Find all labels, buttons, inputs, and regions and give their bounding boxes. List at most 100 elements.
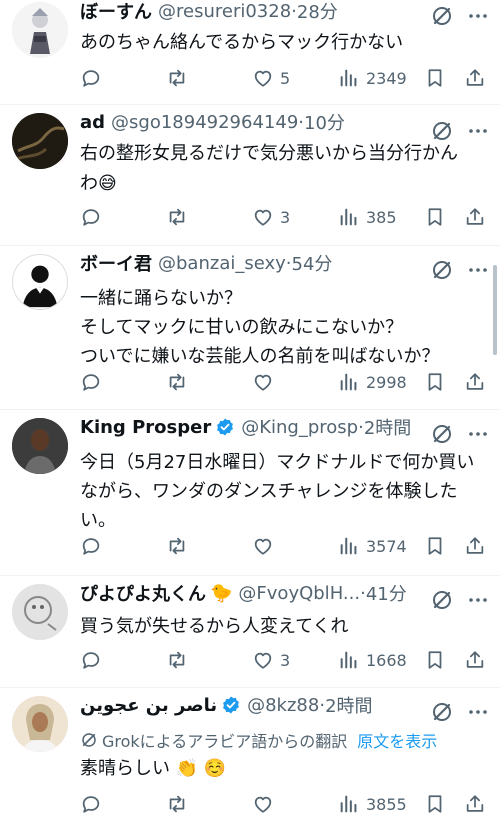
views-icon — [338, 649, 360, 671]
reply-icon — [80, 371, 102, 393]
more-icon[interactable] — [466, 119, 490, 143]
translation-notice: Grokによるアラビア語からの翻訳 原文を表示 — [80, 728, 437, 752]
bookmark-button[interactable] — [424, 532, 446, 560]
user-handle[interactable]: @sgo189492964149 — [111, 112, 298, 133]
reply-button[interactable] — [80, 368, 108, 396]
like-button[interactable]: 5 — [252, 64, 290, 92]
more-icon[interactable] — [466, 4, 490, 28]
timestamp[interactable]: 41分 — [366, 580, 407, 606]
timestamp[interactable]: 2時間 — [364, 414, 411, 440]
more-icon[interactable] — [466, 588, 490, 612]
display-name[interactable]: King Prosper — [80, 417, 211, 438]
retweet-icon — [166, 793, 188, 815]
avatar[interactable] — [12, 584, 68, 640]
retweet-button[interactable] — [166, 532, 194, 560]
emoji: 😅 — [98, 173, 117, 194]
share-button[interactable] — [464, 790, 486, 818]
like-button[interactable] — [252, 790, 274, 818]
display-name[interactable]: ad — [80, 112, 105, 133]
retweet-button[interactable] — [166, 646, 194, 674]
bookmark-icon — [424, 649, 446, 671]
like-icon — [252, 649, 274, 671]
grok-icon[interactable] — [430, 422, 454, 446]
bookmark-button[interactable] — [424, 64, 446, 92]
reply-button[interactable] — [80, 646, 108, 674]
more-icon[interactable] — [466, 700, 490, 724]
bookmark-button[interactable] — [424, 646, 446, 674]
like-button[interactable]: 3 — [252, 646, 290, 674]
retweet-button[interactable] — [166, 368, 194, 396]
views-button[interactable]: 1668 — [338, 646, 407, 674]
user-handle[interactable]: @banzai_sexy — [158, 253, 286, 274]
view-count: 1668 — [366, 650, 407, 670]
reply-button[interactable] — [80, 64, 108, 92]
reply-icon — [80, 535, 102, 557]
views-button[interactable]: 2998 — [338, 368, 407, 396]
views-button[interactable]: 3855 — [338, 790, 407, 818]
user-handle[interactable]: @FvoyQblH... — [238, 583, 360, 604]
timestamp[interactable]: 54分 — [292, 250, 333, 276]
display-name[interactable]: ぼーすん — [80, 0, 152, 24]
like-count: 5 — [280, 68, 291, 88]
tweet-text: 右の整形女見るだけで気分悪いから当分行かんわ😅 — [80, 143, 458, 194]
avatar[interactable] — [12, 113, 68, 169]
grok-icon[interactable] — [430, 700, 454, 724]
avatar[interactable] — [12, 418, 68, 474]
view-count: 3574 — [366, 536, 407, 556]
grok-icon[interactable] — [430, 258, 454, 282]
tweet[interactable]: ボーイ君 @banzai_sexy · 54分 一緒に踊らないか？ そしてマック… — [0, 246, 500, 410]
tweet-header: ぴよぴよ丸くん 🐤 @FvoyQblH... · 41分 — [80, 580, 490, 606]
timestamp[interactable]: 10分 — [304, 109, 345, 135]
avatar[interactable] — [12, 696, 68, 752]
tweet[interactable]: King Prosper @King_prosp · 2時間 今日（5月27日水… — [0, 410, 500, 576]
tweet-header: ボーイ君 @banzai_sexy · 54分 — [80, 250, 490, 276]
share-button[interactable] — [464, 64, 486, 92]
grok-icon[interactable] — [430, 4, 454, 28]
views-button[interactable]: 2349 — [338, 64, 407, 92]
tweet-text: 素晴らしい 👏 ☺️ — [80, 758, 227, 779]
tweet[interactable]: ぼーすん @resureri0328 · 28分 あのちゃん絡んでるからマック行… — [0, 0, 500, 105]
share-button[interactable] — [464, 368, 486, 396]
bookmark-button[interactable] — [424, 790, 446, 818]
anime-character-avatar-icon — [12, 2, 68, 58]
like-count: 3 — [280, 650, 291, 670]
tweet[interactable]: ad @sgo189492964149 · 10分 右の整形女見るだけで気分悪い… — [0, 105, 500, 246]
share-button[interactable] — [464, 532, 486, 560]
views-button[interactable]: 385 — [338, 203, 397, 231]
display-name[interactable]: ぴよぴよ丸くん — [80, 580, 206, 606]
like-icon — [252, 206, 274, 228]
reply-button[interactable] — [80, 790, 102, 818]
tweet[interactable]: ناصر بن عجوين @8kz88 · 2時間 Grokによるアラビア語か… — [0, 688, 500, 814]
display-name[interactable]: ボーイ君 — [80, 250, 152, 276]
bookmark-button[interactable] — [424, 368, 446, 396]
timestamp[interactable]: 28分 — [297, 0, 338, 24]
avatar[interactable] — [12, 2, 68, 58]
bookmark-icon — [424, 793, 446, 815]
more-icon[interactable] — [466, 258, 490, 282]
more-icon[interactable] — [466, 422, 490, 446]
retweet-button[interactable] — [166, 790, 188, 818]
user-handle[interactable]: @King_prosp — [241, 417, 358, 438]
scrollbar[interactable] — [493, 265, 497, 355]
like-button[interactable]: 3 — [252, 203, 290, 231]
share-button[interactable] — [464, 203, 486, 231]
like-button[interactable] — [252, 532, 280, 560]
views-button[interactable]: 3574 — [338, 532, 407, 560]
user-handle[interactable]: @8kz88 — [247, 695, 319, 716]
reply-button[interactable] — [80, 532, 108, 560]
avatar[interactable] — [12, 254, 68, 310]
timestamp[interactable]: 2時間 — [325, 692, 372, 718]
retweet-button[interactable] — [166, 64, 194, 92]
bookmark-icon — [424, 206, 446, 228]
user-handle[interactable]: @resureri0328 — [158, 1, 291, 22]
retweet-button[interactable] — [166, 203, 194, 231]
show-original-link[interactable]: 原文を表示 — [357, 728, 437, 752]
bookmark-button[interactable] — [424, 203, 446, 231]
reply-button[interactable] — [80, 203, 108, 231]
grok-icon[interactable] — [430, 588, 454, 612]
like-icon — [252, 793, 274, 815]
like-button[interactable] — [252, 368, 280, 396]
share-button[interactable] — [464, 646, 486, 674]
display-name[interactable]: ناصر بن عجوين — [80, 695, 217, 716]
tweet[interactable]: ぴよぴよ丸くん 🐤 @FvoyQblH... · 41分 買う気が失せるから人変… — [0, 576, 500, 688]
